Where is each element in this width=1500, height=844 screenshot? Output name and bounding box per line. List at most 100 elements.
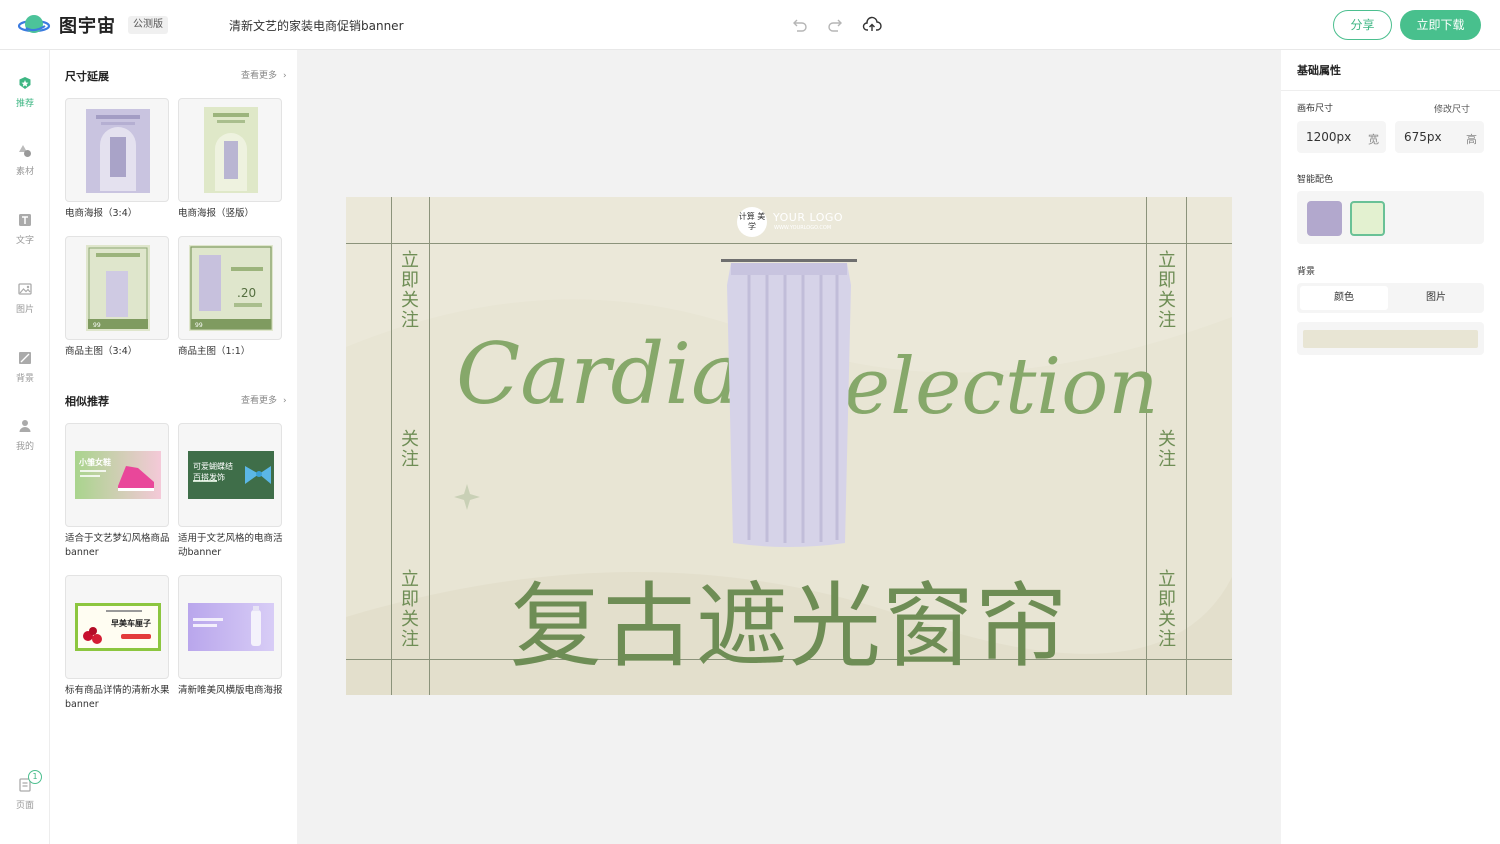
- size-thumb-product-34[interactable]: 99: [65, 236, 169, 340]
- size-thumb-ecom-poster-34[interactable]: [65, 98, 169, 202]
- side-text-left-mid[interactable]: 关注: [400, 430, 420, 470]
- background-label: 背景: [1297, 267, 1316, 277]
- svg-text:.20: .20: [237, 286, 256, 300]
- svg-text:99: 99: [93, 322, 101, 329]
- rail-item-mine[interactable]: 我的: [0, 419, 50, 452]
- side-text-right-top[interactable]: 立即关注: [1157, 251, 1177, 331]
- similar-thumb-cherry[interactable]: 早美车厘子: [65, 575, 169, 679]
- image-icon: [18, 283, 32, 295]
- left-tool-rail: 推荐 素材 文字 图片 背景 我的 1 页面: [0, 50, 50, 844]
- brand-logo-badge[interactable]: 计算 美学: [737, 207, 767, 237]
- width-field[interactable]: 1200px 宽: [1297, 121, 1386, 153]
- brand-logo-text[interactable]: YOUR LOGO: [773, 211, 843, 224]
- product-preview-image: 99: [86, 245, 150, 331]
- user-icon: [19, 420, 31, 432]
- top-bar: 图宇宙 公测版 清新文艺的家装电商促销banner 分享 立即下载: [0, 0, 1500, 50]
- divider: [1281, 90, 1500, 91]
- recommend-icon: [19, 77, 31, 89]
- chevron-right-icon: ›: [283, 396, 287, 406]
- brand-logo-url[interactable]: WWW.YOURLOGO.COM: [774, 225, 831, 231]
- svg-text:99: 99: [195, 322, 203, 329]
- frame-line: [346, 243, 1232, 244]
- similar-thumb-label: 清新唯美风横版电商海报: [178, 685, 283, 696]
- page-count-badge: 1: [28, 770, 42, 784]
- size-section-title: 尺寸延展: [65, 70, 109, 83]
- size-thumb-label: 商品主图（3:4）: [65, 346, 138, 357]
- cloud-upload-icon[interactable]: [862, 15, 882, 35]
- undo-icon[interactable]: [789, 15, 809, 35]
- color-swatch-green[interactable]: [1350, 201, 1385, 236]
- document-title[interactable]: 清新文艺的家装电商促销banner: [229, 17, 404, 34]
- background-color-preview: [1303, 330, 1478, 348]
- size-thumb-product-11[interactable]: .20 99: [178, 236, 282, 340]
- text-icon: [19, 214, 31, 226]
- share-button[interactable]: 分享: [1333, 10, 1392, 40]
- color-swatch-group: [1297, 191, 1484, 244]
- width-unit: 宽: [1368, 133, 1379, 146]
- script-title-left[interactable]: Cardia: [456, 325, 741, 423]
- similar-thumb-label: 适用于文艺风格的电商活动banner: [178, 533, 283, 558]
- rail-label: 素材: [15, 167, 34, 177]
- width-value: 1200px: [1306, 130, 1352, 144]
- background-type-toggle: 颜色 图片: [1297, 283, 1484, 313]
- size-thumb-ecom-poster-vertical[interactable]: [178, 98, 282, 202]
- rail-label: 图片: [15, 305, 34, 315]
- side-text-right-mid[interactable]: 关注: [1157, 430, 1177, 470]
- rail-item-text[interactable]: 文字: [0, 213, 50, 246]
- similar-thumb-label: 标有商品详情的清新水果banner: [65, 685, 170, 710]
- thumb-overlay-text: 早美车厘子: [111, 619, 151, 628]
- rail-item-materials[interactable]: 素材: [0, 144, 50, 177]
- curtain-product-image[interactable]: [719, 255, 859, 555]
- size-see-more-link[interactable]: 查看更多 ›: [241, 68, 287, 81]
- similar-thumb-fresh-landscape[interactable]: [178, 575, 282, 679]
- properties-panel: 基础属性 画布尺寸 修改尺寸 1200px 宽 675px 高 智能配色 背景 …: [1281, 50, 1500, 844]
- poster-preview-image: [204, 107, 258, 193]
- thumb-overlay-text: 小雏女鞋: [79, 458, 111, 467]
- similar-section-title: 相似推荐: [65, 395, 109, 408]
- bg-tab-image[interactable]: 图片: [1392, 286, 1480, 310]
- chevron-right-icon: ›: [283, 71, 287, 81]
- edit-size-link[interactable]: 修改尺寸: [1434, 102, 1470, 115]
- similar-thumb-dreamy-shoes[interactable]: 小雏女鞋: [65, 423, 169, 527]
- height-field[interactable]: 675px 高: [1395, 121, 1484, 153]
- planet-logo-icon[interactable]: [18, 12, 52, 38]
- rail-item-background[interactable]: 背景: [0, 351, 50, 384]
- rail-label: 我的: [15, 442, 34, 452]
- template-panel: 尺寸延展 查看更多 › 电商海报（3:4） 电商海报（竖版） 99 商品主图（3…: [50, 50, 297, 844]
- product-preview-image: .20 99: [189, 245, 273, 331]
- app-name[interactable]: 图宇宙: [59, 12, 116, 38]
- background-icon: [19, 352, 31, 364]
- size-thumb-label: 电商海报（竖版）: [178, 208, 255, 219]
- banner-preview-image: [75, 451, 161, 499]
- similar-thumb-label: 适合于文艺梦幻风格商品banner: [65, 533, 170, 558]
- beta-badge: 公测版: [128, 16, 168, 34]
- banner-preview-image: [188, 603, 274, 651]
- design-canvas[interactable]: 计算 美学 YOUR LOGO WWW.YOURLOGO.COM 立即关注 关注…: [346, 197, 1232, 695]
- rail-item-recommend[interactable]: 推荐: [0, 76, 50, 109]
- rail-item-images[interactable]: 图片: [0, 282, 50, 315]
- height-value: 675px: [1404, 130, 1442, 144]
- color-swatch-purple[interactable]: [1307, 201, 1342, 236]
- canvas-area: 计算 美学 YOUR LOGO WWW.YOURLOGO.COM 立即关注 关注…: [297, 50, 1281, 844]
- size-thumb-label: 电商海报（3:4）: [65, 208, 138, 219]
- smart-color-label: 智能配色: [1297, 175, 1334, 185]
- rail-item-pages[interactable]: 1 页面: [0, 770, 50, 811]
- script-title-right[interactable]: election: [844, 342, 1158, 432]
- rail-label: 推荐: [15, 99, 34, 109]
- rail-label: 页面: [15, 801, 34, 811]
- headline-text[interactable]: 复古遮光窗帘: [346, 552, 1232, 685]
- similar-thumb-hair-bow[interactable]: 可爱蝴蝶结 百搭发饰: [178, 423, 282, 527]
- background-color-picker[interactable]: [1297, 322, 1484, 355]
- download-button[interactable]: 立即下载: [1400, 10, 1481, 40]
- similar-see-more-link[interactable]: 查看更多 ›: [241, 393, 287, 406]
- properties-title: 基础属性: [1297, 64, 1341, 77]
- poster-preview-image: [86, 109, 150, 193]
- side-text-left-top[interactable]: 立即关注: [400, 251, 420, 331]
- height-unit: 高: [1466, 133, 1477, 146]
- thumb-overlay-text: 可爱蝴蝶结 百搭发饰: [193, 462, 233, 482]
- rail-label: 文字: [15, 236, 34, 246]
- redo-icon[interactable]: [826, 15, 846, 35]
- canvas-size-label: 画布尺寸: [1297, 104, 1334, 114]
- bg-tab-color[interactable]: 颜色: [1300, 286, 1388, 310]
- rail-label: 背景: [15, 374, 34, 384]
